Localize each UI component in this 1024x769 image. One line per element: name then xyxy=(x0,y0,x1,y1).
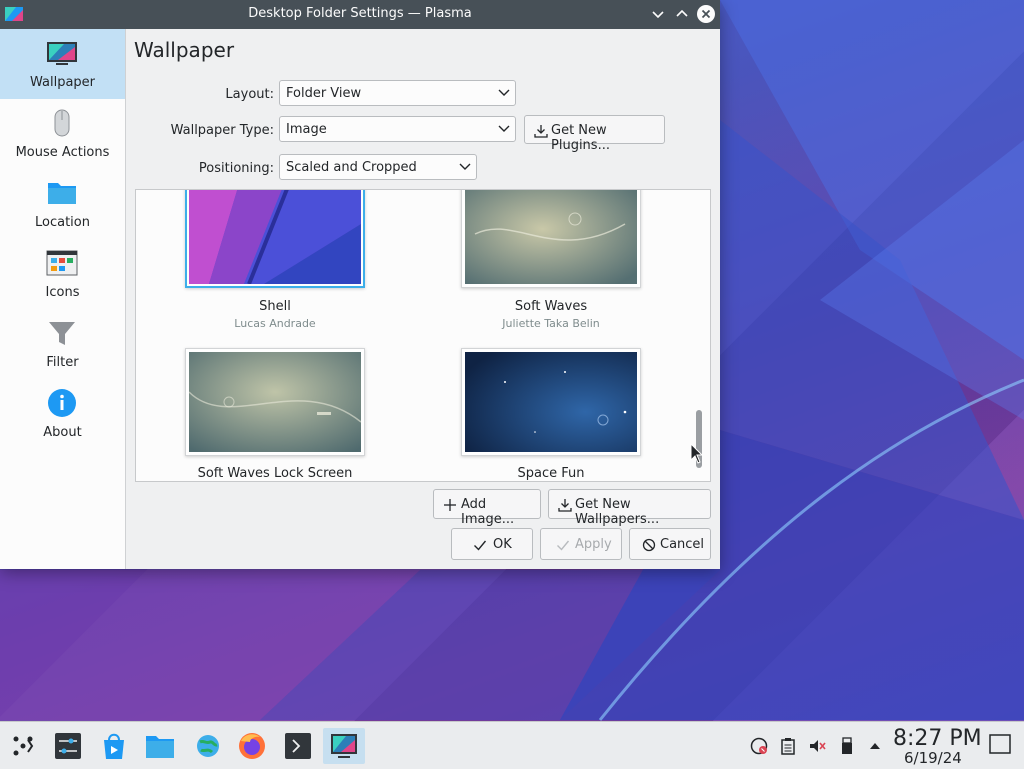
download-icon xyxy=(534,125,548,138)
positioning-value: Scaled and Cropped xyxy=(286,160,417,175)
positioning-dropdown[interactable]: Scaled and Cropped xyxy=(279,154,477,180)
cancel-label: Cancel xyxy=(660,537,705,552)
settings-content: Wallpaper Layout: Folder View Wallpaper … xyxy=(126,29,720,569)
terminal-icon[interactable] xyxy=(280,728,316,764)
window-title: Desktop Folder Settings — Plasma xyxy=(248,6,472,21)
plasma-settings-icon xyxy=(331,734,357,758)
add-image-button[interactable]: Add Image... xyxy=(433,489,541,527)
checkmark-icon xyxy=(474,540,487,551)
wallpaper-name: Soft Waves xyxy=(514,299,588,314)
wallpaper-author: Juliette Taka Belin xyxy=(502,317,600,330)
sidebar-item-filter[interactable]: Filter xyxy=(0,309,125,379)
wallpaper-author: Lucas Andrade xyxy=(234,317,316,330)
window-titlebar[interactable]: Desktop Folder Settings — Plasma xyxy=(0,0,720,29)
close-icon[interactable] xyxy=(696,4,716,24)
wallpaper-preview xyxy=(189,352,361,452)
clock-date[interactable]: 6/19/24 xyxy=(904,749,962,767)
wallpaper-name: Soft Waves Lock Screen xyxy=(197,466,353,481)
mouse-cursor-icon xyxy=(690,443,704,464)
icons-icon xyxy=(46,250,78,276)
wallpaper-thumb-shell[interactable] xyxy=(185,190,365,288)
wallpaper-thumb-soft-waves-lock-screen[interactable] xyxy=(185,348,365,456)
clipboard-icon[interactable] xyxy=(779,737,797,755)
get-new-plugins-button[interactable]: Get New Plugins... xyxy=(524,115,665,153)
ok-button[interactable]: OK xyxy=(451,528,533,560)
discover-icon[interactable] xyxy=(96,728,132,764)
filter-icon xyxy=(49,322,75,345)
expand-tray-icon[interactable] xyxy=(866,737,884,755)
sidebar-item-icons[interactable]: Icons xyxy=(0,239,125,309)
wallpaper-thumb-soft-waves[interactable] xyxy=(461,190,641,288)
dolphin-icon[interactable] xyxy=(142,728,178,764)
wallpaper-thumb-space-fun[interactable] xyxy=(461,348,641,456)
layout-label: Layout: xyxy=(225,87,274,102)
network-icon[interactable] xyxy=(750,737,768,755)
system-settings-icon[interactable] xyxy=(50,728,86,764)
sidebar-item-label: Filter xyxy=(46,355,79,370)
sidebar-item-label: Icons xyxy=(45,285,80,300)
wallpaper-name: Shell xyxy=(259,299,291,314)
get-new-wallpapers-button[interactable]: Get New Wallpapers... xyxy=(548,489,711,527)
chevron-down-icon[interactable] xyxy=(648,4,668,24)
chevron-down-icon xyxy=(498,89,510,96)
browser-globe-icon[interactable] xyxy=(190,728,226,764)
show-desktop-icon[interactable] xyxy=(988,732,1012,756)
wallpaper-name: Space Fun xyxy=(517,466,585,481)
checkmark-icon xyxy=(557,540,570,551)
wallpaper-preview xyxy=(465,190,637,284)
apply-button[interactable]: Apply xyxy=(540,528,622,560)
settings-sidebar: Wallpaper Mouse Actions Location Icons F… xyxy=(0,29,126,569)
settings-window: Desktop Folder Settings — Plasma Wallpap… xyxy=(0,0,720,569)
wallpaper-icon xyxy=(47,42,77,65)
download-icon xyxy=(558,499,572,512)
plus-icon xyxy=(444,499,456,511)
sidebar-item-mouse-actions[interactable]: Mouse Actions xyxy=(0,99,125,169)
get-new-plugins-label: Get New Plugins... xyxy=(551,123,610,153)
sidebar-item-wallpaper[interactable]: Wallpaper xyxy=(0,29,125,99)
launcher-icon[interactable] xyxy=(5,728,41,764)
sidebar-item-label: Wallpaper xyxy=(29,75,96,90)
sidebar-item-label: About xyxy=(43,425,82,440)
wallpaper-type-dropdown[interactable]: Image xyxy=(279,116,516,142)
chevron-down-icon xyxy=(498,125,510,132)
volume-muted-icon[interactable] xyxy=(808,737,826,755)
sidebar-item-label: Mouse Actions xyxy=(15,145,110,160)
sidebar-item-about[interactable]: About xyxy=(0,379,125,449)
layout-value: Folder View xyxy=(286,86,362,101)
get-new-wallpapers-label: Get New Wallpapers... xyxy=(575,497,660,527)
chevron-down-icon xyxy=(459,163,471,170)
clock-time[interactable]: 8:27 PM xyxy=(893,726,982,751)
info-icon xyxy=(48,389,76,417)
wallpaper-preview xyxy=(465,352,637,452)
folder-icon xyxy=(48,183,76,204)
plasma-settings-task[interactable] xyxy=(323,728,365,764)
ok-label: OK xyxy=(493,537,512,552)
positioning-label: Positioning: xyxy=(198,161,274,176)
wallpaper-gallery[interactable]: Shell Lucas Andrade Soft Waves Juliette … xyxy=(135,189,711,482)
taskbar: 8:27 PM 6/19/24 xyxy=(0,721,1024,769)
wallpaper-preview xyxy=(189,190,361,284)
sidebar-item-location[interactable]: Location xyxy=(0,169,125,239)
firefox-icon[interactable] xyxy=(234,728,270,764)
usb-drive-icon[interactable] xyxy=(838,737,856,755)
chevron-up-icon[interactable] xyxy=(672,4,692,24)
layout-dropdown[interactable]: Folder View xyxy=(279,80,516,106)
apply-label: Apply xyxy=(575,537,612,552)
sidebar-item-label: Location xyxy=(35,215,90,230)
cancel-icon xyxy=(642,538,656,552)
page-title: Wallpaper xyxy=(134,38,235,62)
add-image-label: Add Image... xyxy=(461,497,515,527)
cancel-button[interactable]: Cancel xyxy=(629,528,711,560)
mouse-icon xyxy=(54,109,70,137)
wallpaper-type-value: Image xyxy=(286,122,327,137)
wallpaper-type-label: Wallpaper Type: xyxy=(170,123,274,138)
